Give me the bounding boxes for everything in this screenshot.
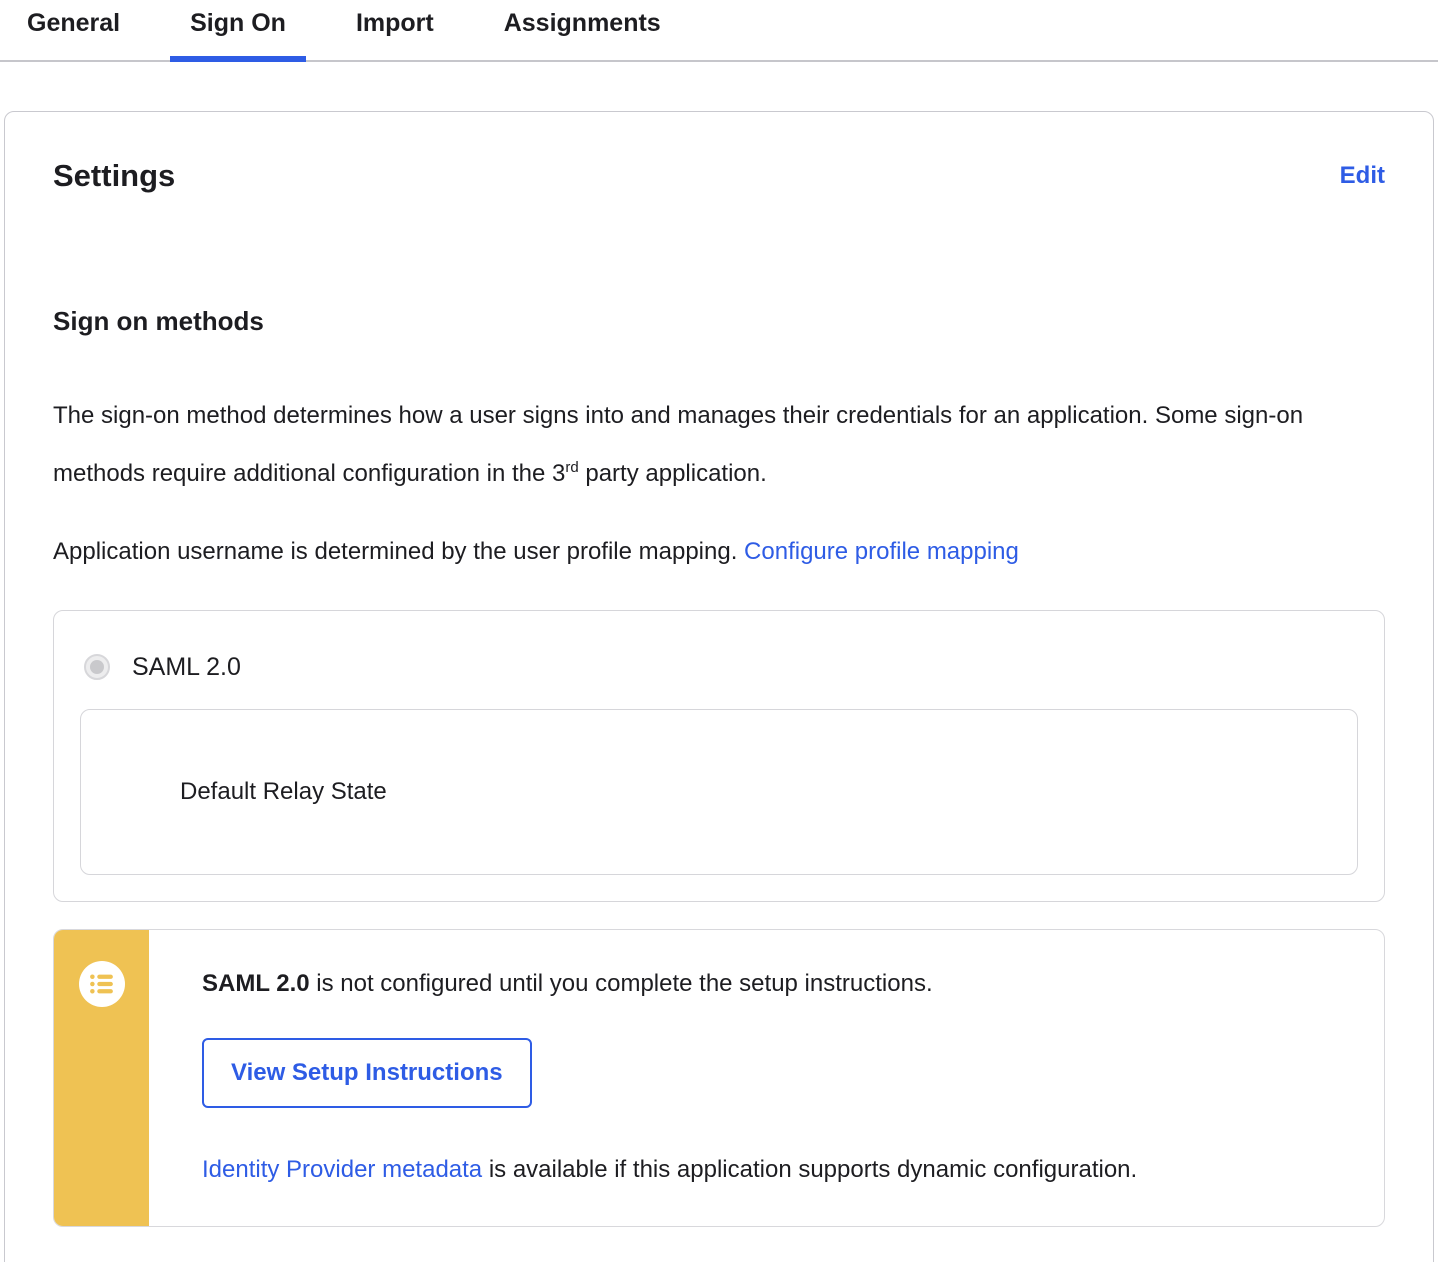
banner-metadata-line: Identity Provider metadata is available … [202,1154,1344,1186]
banner-message-rest: is not configured until you complete the… [310,970,933,997]
saml-radio[interactable] [84,654,110,680]
tab-bar: General Sign On Import Assignments [0,0,1438,62]
sign-on-description: The sign-on method determines how a user… [53,390,1385,500]
banner-message-bold: SAML 2.0 [202,970,310,997]
settings-card: Settings Edit Sign on methods The sign-o… [4,111,1434,1262]
identity-provider-metadata-link[interactable]: Identity Provider metadata [202,1156,482,1183]
list-icon [79,961,125,1007]
banner-body: SAML 2.0 is not configured until you com… [149,930,1384,1226]
saml-method-box: SAML 2.0 Default Relay State [53,610,1385,902]
edit-link[interactable]: Edit [1340,162,1385,190]
page-title: Settings [53,156,175,196]
tab-import[interactable]: Import [336,6,454,62]
ordinal-superscript: rd [565,459,578,476]
banner-metadata-rest: is available if this application support… [482,1156,1137,1183]
username-text: Application username is determined by th… [53,538,744,565]
view-setup-instructions-button[interactable]: View Setup Instructions [202,1038,532,1108]
saml-radio-label: SAML 2.0 [132,651,241,683]
setup-warning-banner: SAML 2.0 is not configured until you com… [53,929,1385,1227]
default-relay-state-label: Default Relay State [180,778,387,806]
description-text-end: party application. [579,460,767,487]
configure-profile-mapping-link[interactable]: Configure profile mapping [744,538,1019,565]
tab-general[interactable]: General [7,6,140,62]
sign-on-methods-heading: Sign on methods [53,304,1385,338]
tab-sign-on[interactable]: Sign On [170,6,306,62]
card-header: Settings Edit [53,156,1385,196]
banner-warning-stripe [54,930,149,1226]
tab-assignments[interactable]: Assignments [484,6,681,62]
username-description: Application username is determined by th… [53,526,1385,578]
saml-radio-row: SAML 2.0 [80,651,1358,683]
banner-message: SAML 2.0 is not configured until you com… [202,968,1344,1000]
relay-state-panel: Default Relay State [80,709,1358,875]
